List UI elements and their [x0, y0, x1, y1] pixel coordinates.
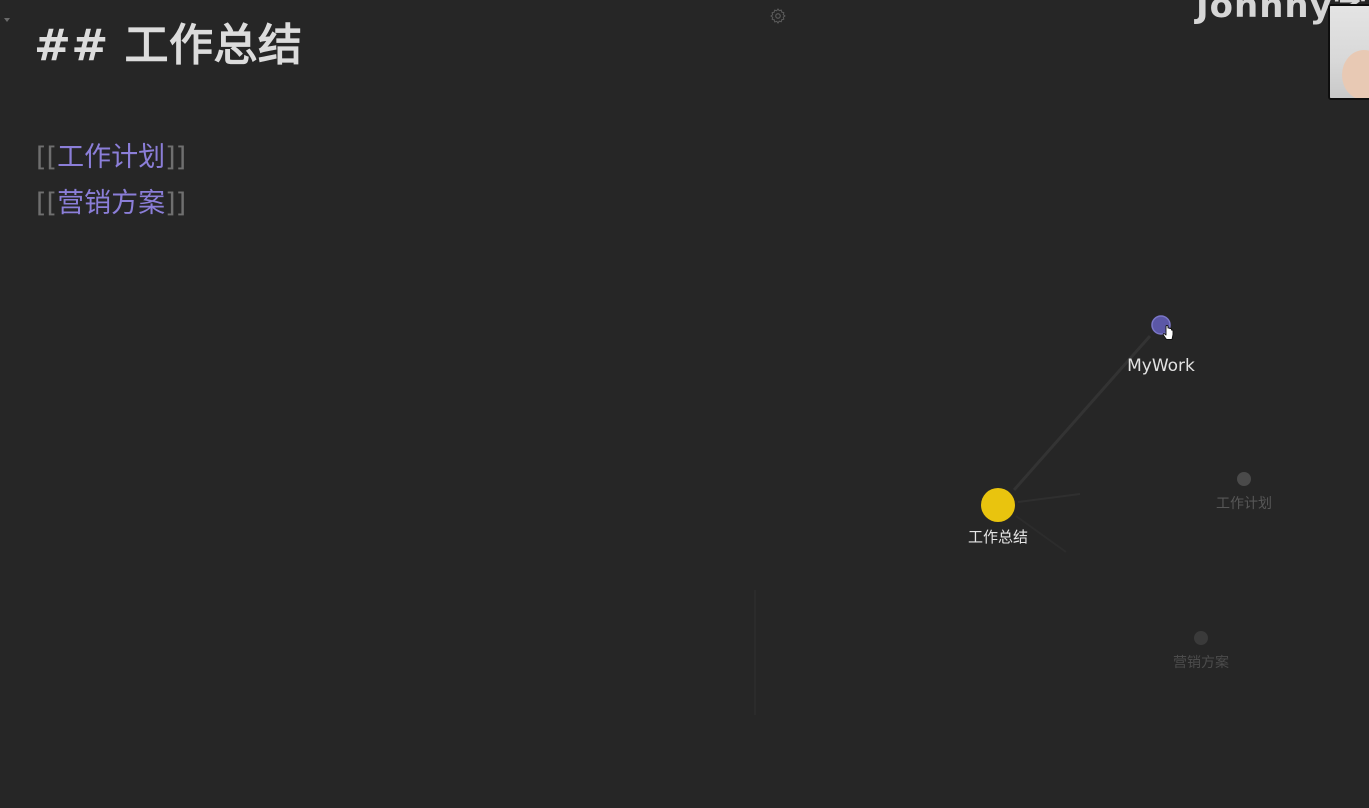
graph-node-marketing-plan[interactable]: 营销方案	[1173, 631, 1229, 671]
webcam-overlay	[1328, 4, 1369, 100]
graph-edge-summary-plan	[1017, 493, 1081, 503]
graph-node-mywork[interactable]: MyWork	[1127, 315, 1195, 376]
node-label: 工作总结	[968, 528, 1028, 546]
app-window: ## 工作总结 [[工作计划]] [[营销方案]] MyWork 工作总结 工作…	[0, 0, 1369, 808]
graph-view[interactable]: MyWork 工作总结 工作计划 营销方案	[0, 0, 1369, 808]
node-label: MyWork	[1127, 356, 1195, 376]
node-label: 工作计划	[1216, 496, 1272, 512]
node-circle[interactable]	[1194, 631, 1208, 645]
node-label: 营销方案	[1173, 654, 1229, 671]
node-circle[interactable]	[1237, 472, 1251, 486]
node-circle[interactable]	[981, 488, 1015, 522]
graph-node-work-plan[interactable]: 工作计划	[1216, 472, 1272, 512]
